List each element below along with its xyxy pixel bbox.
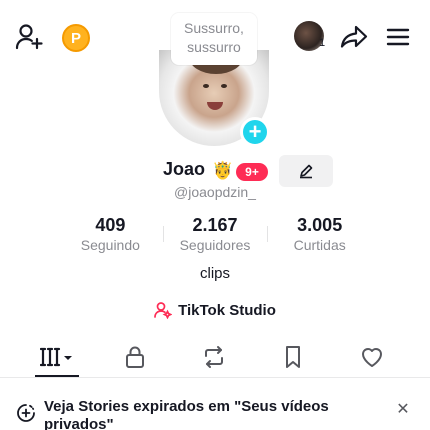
level-badge[interactable]: 9+: [236, 163, 268, 181]
stat-label: Curtidas: [293, 237, 346, 253]
story-add-icon: [17, 404, 35, 422]
tiktok-studio-label: TikTok Studio: [178, 301, 276, 319]
stat-value: 409: [95, 215, 126, 235]
repost-icon: [205, 346, 223, 368]
creator-icon: [154, 302, 173, 319]
bio-text: clips: [199, 265, 230, 282]
heart-icon: [362, 348, 382, 367]
username: @joaopdzin_: [174, 184, 256, 200]
stat-following[interactable]: 409 Seguindo: [58, 214, 163, 254]
note-line-2: sussurro: [187, 39, 241, 55]
profile-tabs: [0, 336, 430, 378]
profile-note-bubble[interactable]: Sussurro, sussurro: [171, 13, 257, 65]
close-icon[interactable]: ✕: [394, 400, 412, 418]
tiktok-studio-link[interactable]: TikTok Studio: [0, 298, 430, 322]
stat-value: 3.005: [297, 215, 343, 235]
stat-followers[interactable]: 2.167 Seguidores: [162, 214, 268, 254]
coins-icon[interactable]: P: [62, 24, 90, 52]
tab-reposts[interactable]: [192, 342, 236, 372]
tab-favorites[interactable]: [271, 342, 315, 372]
stat-label: Seguidores: [179, 237, 251, 253]
name-row: Joao 🤴 9+: [0, 154, 430, 187]
active-tab-indicator: [35, 375, 79, 377]
share-icon[interactable]: [338, 22, 370, 52]
profile-stats: 409 Seguindo 2.167 Seguidores 3.005 Curt…: [58, 214, 372, 254]
edit-profile-button[interactable]: [279, 155, 333, 187]
crown-emoji: 🤴: [212, 161, 234, 180]
stat-likes[interactable]: 3.005 Curtidas: [267, 214, 372, 254]
display-name: Joao: [163, 159, 206, 179]
bookmark-icon: [286, 346, 300, 368]
add-friend-icon[interactable]: [14, 22, 46, 52]
tab-liked[interactable]: [350, 342, 394, 372]
lock-icon: [126, 346, 144, 368]
stat-value: 2.167: [192, 215, 238, 235]
expired-stories-banner[interactable]: Veja Stories expirados em "Seus vídeos p…: [0, 384, 430, 430]
note-line-1: Sussurro,: [184, 20, 244, 36]
stat-label: Seguindo: [80, 237, 140, 253]
add-story-plus-icon[interactable]: +: [240, 117, 270, 147]
banner-message: Veja Stories expirados em "Seus vídeos p…: [44, 398, 329, 430]
tab-videos[interactable]: [35, 342, 79, 372]
pencil-icon: [300, 164, 313, 179]
story-count: 1: [319, 37, 326, 49]
menu-icon[interactable]: [384, 24, 412, 50]
videos-grid-icon: [40, 347, 72, 367]
tab-private[interactable]: [113, 342, 157, 372]
